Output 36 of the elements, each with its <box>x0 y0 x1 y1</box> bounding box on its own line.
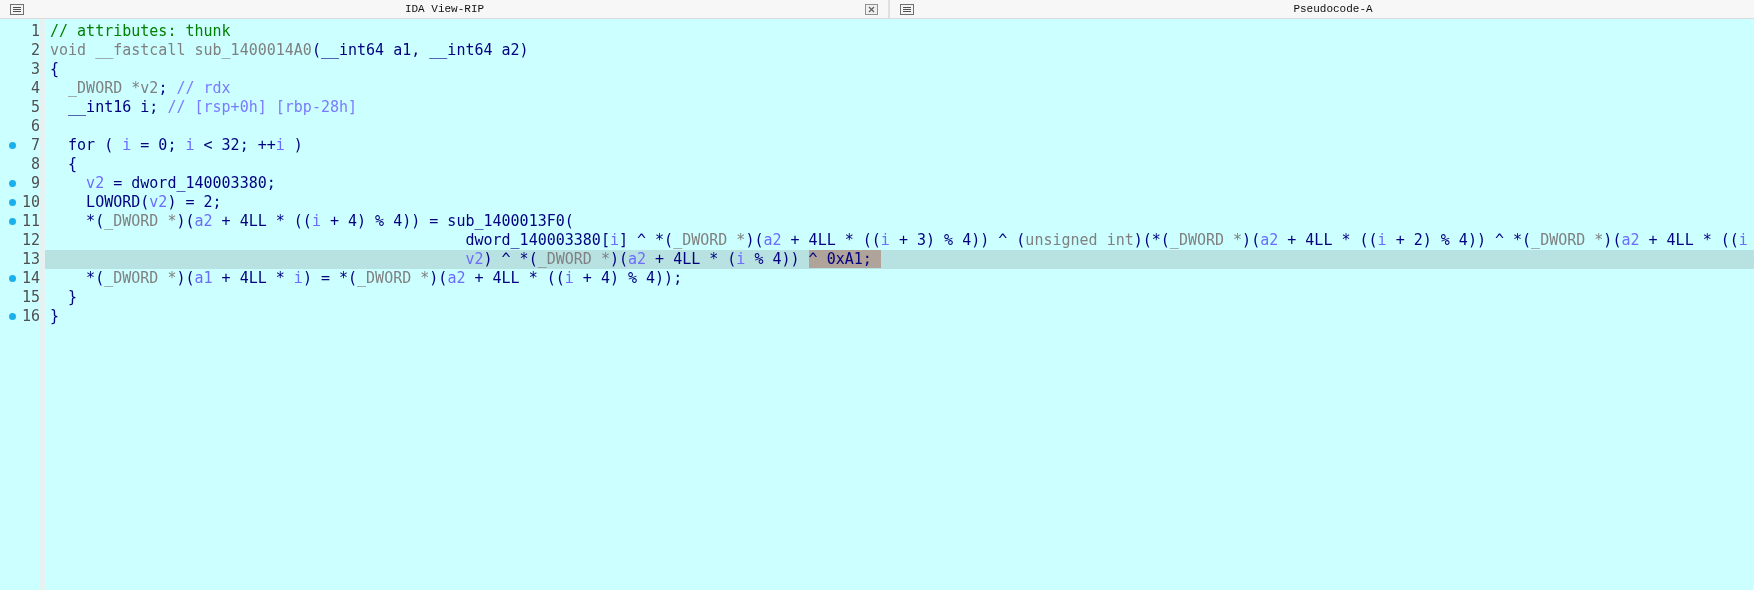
code-line: // attributes: thunk <box>50 22 231 41</box>
code-line: void __fastcall sub_1400014A0(__int64 a1, __int64 a2) <box>50 41 529 60</box>
line-number: 13 <box>21 250 40 269</box>
line-number: 10 <box>21 193 40 212</box>
line-number: 3 <box>30 60 40 79</box>
line-number: 5 <box>30 98 40 117</box>
code-line: { <box>50 60 60 79</box>
code-line: } <box>67 288 78 307</box>
code-line: } <box>50 307 60 326</box>
line-number: 9 <box>30 174 40 193</box>
code-line: for ( i = 0; i < 32; ++i ) <box>67 136 303 155</box>
tab-title[interactable]: IDA View-RIP <box>32 3 857 15</box>
line-number: 15 <box>21 288 40 307</box>
line-number: 12 <box>21 231 40 250</box>
line-number: 4 <box>30 79 40 98</box>
list-icon <box>900 3 914 15</box>
code-line: *(_DWORD *)(a1 + 4LL * i) = *(_DWORD *)(a2 + 4LL * ((i + 4) % 4)); <box>85 269 683 288</box>
line-number: 14 <box>21 269 40 288</box>
code-line: LOWORD(v2) = 2; <box>85 193 222 212</box>
code-line: { <box>67 155 78 174</box>
close-icon[interactable] <box>865 3 878 15</box>
code-line: v2) ^ *(_DWORD *)(a2 + 4LL * (i % 4)) ^ 0xA1; <box>50 250 881 269</box>
tab-title[interactable]: Pseudocode-A <box>922 3 1744 15</box>
line-number: 8 <box>30 155 40 174</box>
line-number: 6 <box>30 117 40 136</box>
line-number: 16 <box>21 307 40 326</box>
code-line: *(_DWORD *)(a2 + 4LL * ((i + 4) % 4)) = sub_1400013F0( <box>85 212 574 231</box>
line-number: 1 <box>30 22 40 41</box>
line-number: 2 <box>30 41 40 60</box>
line-number: 11 <box>21 212 40 231</box>
line-number: 7 <box>30 136 40 155</box>
code-line: dword_140003380[i] ^ *(_DWORD *)(a2 + 4LL * ((i + 3) % 4)) ^ (unsigned int)(*(_DWORD *)(a2 + 4LL * ((i + 2) % 4)) ^ *(_DWORD *)(a2 + 4LL * ((i <box>464 231 1748 250</box>
list-icon <box>10 3 24 15</box>
code-line: v2 = dword_140003380; <box>85 174 276 193</box>
code-line: __int16 i; // [rsp+0h] [rbp-28h] <box>67 98 358 117</box>
code-line: _DWORD *v2; // rdx <box>67 79 231 98</box>
